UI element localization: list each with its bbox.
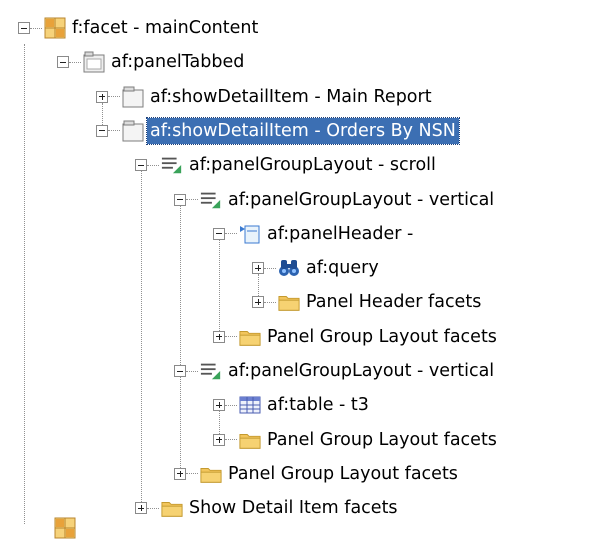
tree-node-label[interactable]: af:panelGroupLayout - vertical — [225, 187, 497, 213]
component-tree[interactable]: f:facet - mainContent af:panelTabbed af:sh… — [0, 0, 613, 539]
tree-guide-line — [180, 205, 181, 365]
binoculars-icon — [278, 257, 300, 279]
tree-node[interactable]: af:query — [252, 254, 382, 282]
tree-node[interactable]: f:facet - mainContent — [18, 14, 261, 42]
tree-connector — [30, 27, 42, 29]
folder-icon — [239, 326, 261, 348]
expand-icon[interactable] — [174, 467, 186, 480]
tree-connector — [264, 267, 276, 269]
panel-group-layout-icon — [200, 360, 222, 382]
tree-node-label[interactable]: af:showDetailItem - Main Report — [147, 84, 435, 110]
tree-connector — [225, 404, 237, 406]
tree-node[interactable]: Panel Group Layout facets — [213, 426, 500, 454]
tree-node[interactable]: af:table - t3 — [213, 391, 372, 419]
tree-node-label[interactable]: Panel Group Layout facets — [225, 461, 461, 487]
folder-icon — [161, 497, 183, 519]
tree-node[interactable]: af:panelGroupLayout - scroll — [135, 151, 439, 179]
folder-icon — [239, 429, 261, 451]
tree-connector — [69, 61, 81, 63]
tree-connector — [225, 233, 237, 235]
tree-node[interactable]: af:panelTabbed — [57, 48, 247, 76]
tree-connector — [147, 164, 159, 166]
show-detail-item-icon — [122, 120, 144, 142]
tree-node-label[interactable]: Panel Header facets — [303, 289, 484, 315]
panel-group-layout-icon — [161, 154, 183, 176]
collapse-icon[interactable] — [174, 193, 186, 206]
collapse-icon[interactable] — [96, 124, 108, 137]
tree-connector — [108, 130, 120, 132]
panel-header-icon — [239, 223, 261, 245]
tree-guide-line — [141, 171, 142, 503]
tree-connector — [147, 507, 159, 509]
expand-icon[interactable] — [252, 262, 264, 275]
tree-node-label[interactable]: af:showDetailItem - Orders By NSN — [146, 116, 460, 145]
tree-connector — [186, 370, 198, 372]
tree-node-partial — [52, 514, 76, 542]
tree-node-label[interactable]: af:panelGroupLayout - vertical — [225, 358, 497, 384]
expand-icon[interactable] — [96, 90, 108, 103]
tree-node-label[interactable]: af:panelTabbed — [108, 49, 247, 75]
collapse-icon[interactable] — [174, 365, 186, 377]
tree-node-label[interactable]: Panel Group Layout facets — [264, 427, 500, 453]
tree-guide-line — [180, 377, 181, 468]
panel-group-layout-icon — [200, 189, 222, 211]
facet-icon — [54, 517, 76, 539]
collapse-icon[interactable] — [213, 227, 225, 240]
expand-icon[interactable] — [213, 399, 225, 412]
expand-icon[interactable] — [213, 433, 225, 446]
tree-node[interactable]: af:showDetailItem - Main Report — [96, 83, 435, 111]
tree-guide-line — [24, 44, 25, 524]
tree-node-label[interactable]: f:facet - mainContent — [69, 15, 261, 41]
folder-icon — [278, 291, 300, 313]
collapse-icon[interactable] — [57, 56, 69, 69]
folder-icon — [200, 463, 222, 485]
expand-icon[interactable] — [135, 502, 147, 515]
tree-node-label[interactable]: af:panelHeader - — [264, 221, 416, 247]
tree-node[interactable]: Panel Header facets — [252, 288, 484, 316]
facet-icon — [44, 17, 66, 39]
tree-connector — [186, 199, 198, 200]
tree-node[interactable]: af:panelGroupLayout - vertical — [174, 357, 497, 385]
tree-connector — [186, 473, 198, 475]
tree-connector — [264, 301, 276, 303]
table-icon — [239, 394, 261, 416]
tree-node[interactable]: af:showDetailItem - Orders By NSN — [96, 116, 460, 145]
expand-icon[interactable] — [213, 330, 225, 343]
tree-node-label[interactable]: af:table - t3 — [264, 392, 372, 418]
tree-node-label[interactable]: Show Detail Item facets — [186, 495, 401, 521]
tree-node[interactable]: Show Detail Item facets — [135, 494, 401, 522]
tree-connector — [225, 439, 237, 441]
tree-node-label[interactable]: Panel Group Layout facets — [264, 324, 500, 350]
tree-node-label[interactable]: af:query — [303, 255, 382, 281]
collapse-icon[interactable] — [18, 22, 30, 34]
tree-node[interactable]: af:panelGroupLayout - vertical — [174, 186, 497, 214]
tree-node-label[interactable]: af:panelGroupLayout - scroll — [186, 152, 439, 178]
tree-node[interactable]: af:panelHeader - — [213, 220, 416, 248]
tree-node[interactable]: Panel Group Layout facets — [213, 323, 500, 351]
show-detail-item-icon — [122, 86, 144, 108]
tree-connector — [108, 96, 120, 98]
panel-tabbed-icon — [83, 51, 105, 73]
tree-node[interactable]: Panel Group Layout facets — [174, 460, 461, 488]
tree-guide-line — [219, 239, 220, 331]
tree-connector — [225, 336, 237, 338]
collapse-icon[interactable] — [135, 159, 147, 172]
expand-icon[interactable] — [252, 296, 264, 309]
